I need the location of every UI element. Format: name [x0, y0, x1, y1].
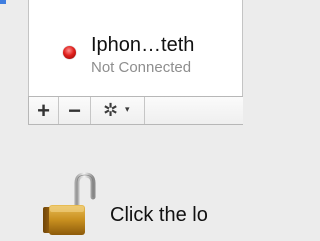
service-status: Not Connected — [91, 59, 192, 76]
service-name: Iphon…teth — [91, 34, 195, 56]
network-service-list[interactable]: Iphon…teth Not Connected — [28, 0, 243, 96]
plus-icon: + — [37, 98, 50, 123]
list-toolbar: + − ✲ ▾ — [28, 96, 243, 125]
status-red-dot-icon — [63, 46, 76, 59]
chevron-down-icon: ▾ — [125, 104, 130, 114]
lock-hint-text[interactable]: Click the lo — [110, 204, 208, 226]
add-service-button[interactable]: + — [29, 97, 59, 124]
network-preferences-panel: Iphon…teth Not Connected + − ✲ ▾ Click t… — [0, 0, 243, 241]
action-menu-button[interactable]: ✲ ▾ — [91, 97, 145, 124]
lock-open-icon[interactable] — [40, 171, 104, 237]
selection-highlight-fragment — [0, 0, 6, 4]
gear-icon: ✲ — [103, 100, 119, 120]
remove-service-button[interactable]: − — [59, 97, 91, 124]
minus-icon: − — [68, 98, 81, 123]
